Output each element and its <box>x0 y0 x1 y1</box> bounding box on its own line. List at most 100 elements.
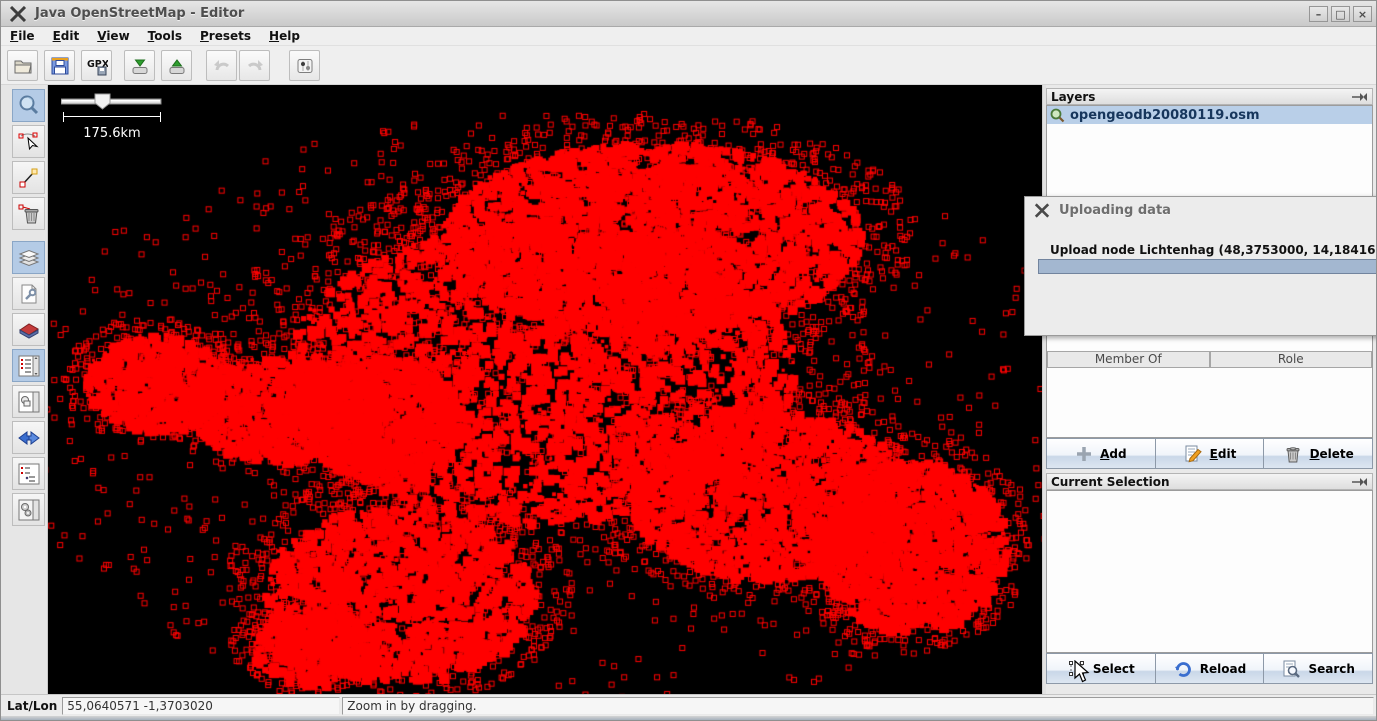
preferences-icon <box>295 56 315 76</box>
layer-name: opengeodb20080119.osm <box>1070 108 1260 123</box>
green-magnifier-icon <box>1050 108 1065 123</box>
undo-button[interactable] <box>206 50 237 81</box>
membership-buttons: Add Edit Delete <box>1046 438 1373 469</box>
toggle-selection-list-panel[interactable] <box>12 385 45 418</box>
layers-panel-header: Layers <box>1046 88 1373 105</box>
toggle-properties-panel[interactable] <box>12 349 45 382</box>
tool-delete-mode[interactable] <box>12 197 45 230</box>
window-title: Java OpenStreetMap - Editor <box>35 6 244 21</box>
upload-progress-bar <box>1038 259 1377 274</box>
redo-arrow-icon <box>245 56 265 76</box>
selection-panel-header: Current Selection <box>1046 473 1373 490</box>
properties-list-icon <box>17 354 41 378</box>
preferences-button[interactable] <box>289 50 320 81</box>
edit-button[interactable]: Edit <box>1156 438 1265 469</box>
gears-list-icon <box>17 498 41 522</box>
window-bottom-edge <box>1 716 1377 721</box>
draw-segment-icon <box>17 166 41 190</box>
export-gpx-button[interactable]: GPX <box>81 50 112 81</box>
toggle-history-panel[interactable] <box>12 457 45 490</box>
main-toolbar: GPX <box>1 46 1377 85</box>
x11-logo-icon <box>9 6 27 22</box>
latlon-value-field: 55,0640571 -1,3703020 <box>62 697 340 715</box>
menu-edit[interactable]: Edit <box>44 28 89 44</box>
open-folder-icon <box>13 56 33 76</box>
app-window: Java OpenStreetMap - Editor – □ × File E… <box>0 0 1377 721</box>
membership-table-header: Member Of Role <box>1047 351 1372 368</box>
toggle-plugin-settings[interactable] <box>12 493 45 526</box>
status-bar: Lat/Lon 55,0640571 -1,3703020 Zoom in by… <box>1 694 1377 716</box>
upload-dialog: Uploading data Upload node Lichtenhag (4… <box>1024 196 1377 336</box>
pin-icon[interactable] <box>1352 92 1368 102</box>
trash-node-icon <box>17 202 41 226</box>
reload-button[interactable]: Reload <box>1156 653 1265 684</box>
layers-stack-icon <box>17 246 41 270</box>
plus-icon <box>1075 445 1093 463</box>
select-button[interactable]: Select <box>1046 653 1156 684</box>
save-floppy-icon <box>50 56 70 76</box>
selection-panel-title: Current Selection <box>1051 475 1170 489</box>
statusbar-hint-field: Zoom in by dragging. <box>342 697 1374 715</box>
menu-file[interactable]: File <box>1 28 44 44</box>
toggle-map-settings[interactable] <box>12 277 45 310</box>
download-data-button[interactable] <box>124 50 155 81</box>
menu-tools[interactable]: Tools <box>139 28 191 44</box>
selection-list <box>1046 490 1373 653</box>
gpx-floppy-icon: GPX <box>86 56 108 76</box>
eraser-icon <box>17 318 41 342</box>
x11-logo-icon <box>1034 203 1050 218</box>
download-icon <box>130 56 150 76</box>
search-button[interactable]: Search <box>1264 653 1373 684</box>
layer-row[interactable]: opengeodb20080119.osm <box>1047 106 1372 124</box>
trash-icon <box>1283 444 1303 464</box>
map-zoom-slider[interactable] <box>61 93 163 111</box>
upload-dialog-titlebar[interactable]: Uploading data <box>1025 197 1377 223</box>
doc-wrench-icon <box>17 282 41 306</box>
layers-panel-title: Layers <box>1051 90 1095 104</box>
latlon-label: Lat/Lon <box>7 699 57 713</box>
menu-help[interactable]: Help <box>260 28 309 44</box>
menu-view[interactable]: View <box>88 28 138 44</box>
member-of-column-header[interactable]: Member Of <box>1047 351 1210 368</box>
search-doc-icon <box>1281 659 1301 679</box>
delete-button[interactable]: Delete <box>1264 438 1373 469</box>
undo-arrow-icon <box>212 56 232 76</box>
select-rect-icon <box>1067 659 1086 678</box>
edit-tool-column <box>1 85 48 694</box>
upload-icon <box>167 56 187 76</box>
move-nodes-icon <box>17 130 41 154</box>
title-bar[interactable]: Java OpenStreetMap - Editor – □ × <box>1 1 1377 27</box>
minimize-button[interactable]: – <box>1309 6 1328 22</box>
map-scale-bar <box>63 112 161 122</box>
role-column-header[interactable]: Role <box>1210 351 1373 368</box>
reload-icon <box>1173 659 1193 679</box>
menu-presets[interactable]: Presets <box>191 28 260 44</box>
map-canvas[interactable] <box>48 85 1042 694</box>
pencil-doc-icon <box>1183 444 1203 464</box>
upload-data-button[interactable] <box>161 50 192 81</box>
map-scale-label: 175.6km <box>63 126 161 141</box>
toggle-layers-panel[interactable] <box>12 241 45 274</box>
pin-icon[interactable] <box>1352 477 1368 487</box>
upload-progress-fill <box>1039 260 1377 273</box>
close-button[interactable]: × <box>1353 6 1372 22</box>
toggle-conflicts-panel[interactable] <box>12 421 45 454</box>
layers-list: opengeodb20080119.osm <box>1046 105 1373 197</box>
tool-draw-nodes-mode[interactable] <box>12 161 45 194</box>
save-button[interactable] <box>44 50 75 81</box>
upload-dialog-title: Uploading data <box>1059 203 1171 218</box>
tool-zoom-mode[interactable] <box>12 89 45 122</box>
tool-select-move-mode[interactable] <box>12 125 45 158</box>
map-view[interactable]: 175.6km <box>48 85 1042 694</box>
open-button[interactable] <box>7 50 38 81</box>
toggle-tagging-presets[interactable] <box>12 313 45 346</box>
redo-button[interactable] <box>239 50 270 81</box>
conflict-arrows-icon <box>17 426 41 450</box>
maximize-button[interactable]: □ <box>1331 6 1350 22</box>
magnifier-icon <box>17 94 41 118</box>
menu-bar: File Edit View Tools Presets Help <box>1 27 1377 46</box>
upload-status-text: Upload node Lichtenhag (48,3753000, 14,1… <box>1050 243 1377 257</box>
selection-buttons: Select Reload Search <box>1046 653 1373 684</box>
selection-shapes-icon <box>17 390 41 414</box>
add-button[interactable]: Add <box>1046 438 1156 469</box>
